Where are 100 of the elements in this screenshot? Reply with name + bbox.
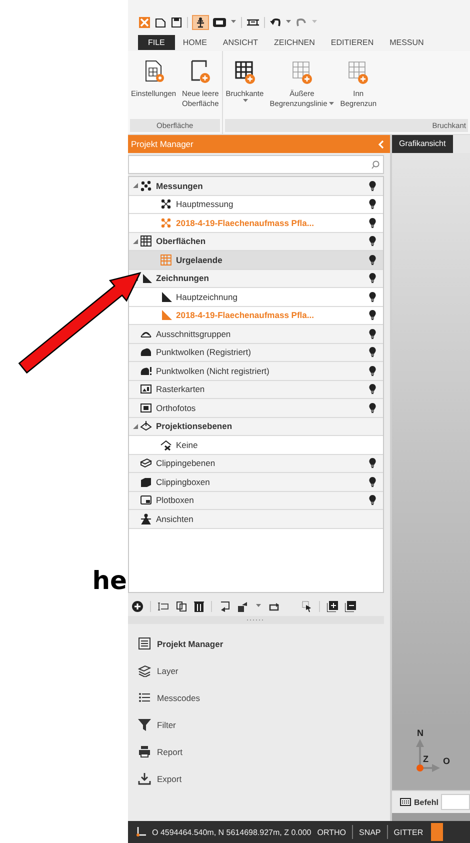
caret-icon[interactable] — [286, 20, 291, 24]
filter-icon — [138, 718, 151, 731]
light-bulb-icon[interactable] — [369, 495, 376, 506]
light-bulb-icon[interactable] — [369, 292, 376, 302]
cursor-icon[interactable] — [302, 600, 312, 612]
text-fragment: he — [92, 566, 127, 596]
axis-label: N — [417, 728, 424, 738]
list-icon — [138, 637, 151, 650]
tree-label: Zeichnungen — [156, 273, 210, 284]
ribbon-tab[interactable]: HOME — [174, 35, 215, 50]
expand-icon[interactable] — [133, 183, 138, 188]
tree-row[interactable]: Zeichnungen — [129, 270, 383, 288]
tree-row[interactable]: Orthofotos — [129, 399, 383, 418]
tree-label: Hauptmessung — [176, 199, 234, 210]
redo-icon[interactable] — [296, 16, 307, 28]
light-bulb-icon[interactable] — [369, 273, 376, 284]
grid-icon — [140, 235, 152, 248]
grid-plus-icon — [346, 59, 370, 85]
axis-label: O — [443, 756, 450, 766]
cube-icon — [140, 476, 152, 488]
tree-row[interactable]: Rasterkarten — [129, 380, 383, 399]
new-file-icon[interactable] — [155, 16, 166, 28]
undo-icon[interactable] — [270, 16, 281, 28]
tree-row[interactable]: Punktwolken (Registriert) — [129, 344, 383, 362]
light-bulb-icon[interactable] — [369, 476, 376, 487]
app-logo-icon[interactable] — [139, 16, 150, 28]
nav-item[interactable]: Export — [138, 765, 390, 792]
tree-label: Punktwolken (Registriert) — [156, 347, 252, 358]
tree-row[interactable]: Messungen — [129, 177, 383, 196]
tree-row[interactable]: Urgelaende — [129, 251, 383, 270]
copy-icon[interactable] — [176, 600, 187, 612]
tree-row[interactable]: Ansichten — [129, 510, 383, 528]
nav-item[interactable]: Messcodes — [138, 684, 390, 711]
nav-item[interactable]: Layer — [138, 657, 390, 684]
axis-drawing — [414, 738, 440, 772]
import-icon[interactable] — [219, 600, 230, 612]
view-tab[interactable]: Grafikansicht — [392, 135, 453, 153]
status-toggle[interactable]: GITTER — [394, 828, 424, 836]
tree-row[interactable]: Hauptmessung — [129, 196, 383, 214]
tree-row[interactable]: Oberflächen — [129, 232, 383, 251]
status-toggle[interactable]: ORTHO — [317, 828, 346, 836]
save-icon[interactable] — [171, 16, 182, 28]
grid-plus-icon — [232, 59, 257, 85]
ribbon-tab[interactable]: ANSICHT — [214, 35, 266, 50]
layers-icon — [138, 664, 151, 677]
export-icon[interactable] — [237, 600, 249, 612]
caret-icon[interactable] — [256, 604, 261, 608]
tree-label: Ansichten — [156, 514, 194, 524]
light-bulb-icon[interactable] — [369, 458, 376, 468]
grid-icon — [160, 254, 172, 266]
light-bulb-icon[interactable] — [369, 384, 376, 394]
light-bulb-icon[interactable] — [369, 366, 376, 376]
tree-row[interactable]: Punktwolken (Nicht registriert) — [129, 362, 383, 380]
caret-icon[interactable] — [231, 20, 236, 24]
add-icon[interactable] — [132, 600, 143, 612]
ribbon-tab[interactable]: EDITIEREN — [322, 35, 382, 50]
rename-icon[interactable] — [158, 600, 169, 612]
plane-icon — [140, 420, 152, 432]
trash-icon[interactable] — [194, 600, 204, 612]
status-toggle[interactable]: SNAP — [358, 828, 381, 836]
points-icon — [140, 180, 152, 192]
printer-icon — [138, 745, 151, 758]
light-bulb-icon[interactable] — [369, 347, 376, 358]
list-icon — [138, 691, 151, 704]
person-button[interactable] — [193, 16, 208, 28]
light-bulb-icon[interactable] — [369, 236, 376, 246]
ribbon-tab[interactable]: MESSUN — [382, 35, 432, 50]
tree-label: Rasterkarten — [156, 384, 206, 394]
id-card-icon[interactable] — [213, 18, 226, 26]
tree-label: Clippingboxen — [156, 476, 211, 487]
tree-row[interactable]: Clippingebenen — [129, 454, 383, 473]
tree-label: Hauptzeichnung — [176, 292, 238, 302]
light-bulb-icon[interactable] — [369, 180, 376, 191]
remove-layer-icon[interactable] — [345, 600, 356, 612]
light-bulb-icon[interactable] — [369, 328, 376, 339]
tree-row[interactable]: Clippingboxen — [129, 473, 383, 492]
light-bulb-icon[interactable] — [369, 402, 376, 413]
light-bulb-icon[interactable] — [369, 254, 376, 265]
expand-icon[interactable] — [133, 424, 138, 429]
ruler-icon[interactable] — [247, 16, 259, 28]
status-indicator[interactable] — [431, 823, 444, 841]
tree-row[interactable]: Ausschnittsgruppen — [129, 325, 383, 344]
tree-row[interactable]: Plotboxen — [129, 492, 383, 510]
nav-item[interactable]: Projekt Manager — [138, 630, 390, 657]
collapse-icon[interactable] — [378, 140, 384, 148]
light-bulb-icon[interactable] — [369, 218, 376, 228]
tree-row[interactable]: Projektionsebenen — [129, 418, 383, 436]
search-icon[interactable] — [371, 160, 380, 169]
light-bulb-icon[interactable] — [369, 310, 376, 320]
refresh-icon[interactable] — [268, 600, 280, 612]
ribbon-tab[interactable]: ZEICHNEN — [266, 35, 323, 50]
add-layer-icon[interactable] — [327, 600, 338, 612]
search-field[interactable] — [128, 155, 384, 174]
tree-label: Urgelaende — [176, 254, 224, 265]
command-field[interactable] — [441, 794, 470, 810]
light-bulb-icon[interactable] — [369, 199, 376, 210]
tree-label: Punktwolken (Nicht registriert) — [156, 366, 270, 376]
nav-item[interactable]: Report — [138, 738, 390, 765]
nav-item[interactable]: Filter — [138, 711, 390, 738]
expand-icon[interactable] — [133, 238, 138, 244]
